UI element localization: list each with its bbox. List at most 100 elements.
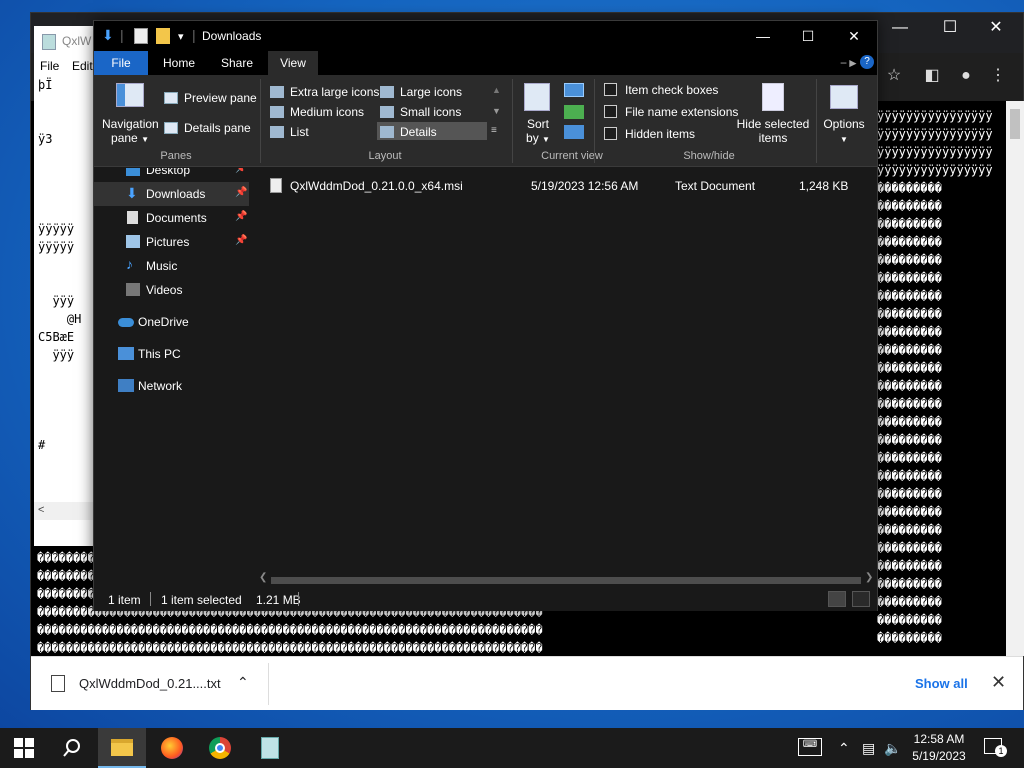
layout-more-icon[interactable]: ≡ [491,125,497,136]
file-name-extensions-checkbox[interactable] [604,105,617,118]
scrollbar-thumb[interactable] [271,577,861,584]
item-check-boxes-checkbox[interactable] [604,83,617,96]
tab-home[interactable]: Home [154,51,204,75]
search-button[interactable] [48,728,96,768]
nav-item-videos[interactable]: Videos [94,278,249,302]
tab-view[interactable]: View [268,51,318,75]
menu-icon[interactable]: ⋮ [983,61,1013,91]
pin-ribbon-icon[interactable]: −► [840,56,859,70]
maximize-icon[interactable]: ☐ [927,13,973,43]
layout-list[interactable]: List [270,125,309,139]
details-pane-button[interactable]: Details pane [164,121,251,135]
keyboard-icon[interactable]: ⌨ [798,738,822,756]
nav-item-this-pc[interactable]: This PC [94,342,249,366]
nav-item-pictures[interactable]: Pictures 📌 [94,230,249,254]
tab-share[interactable]: Share [212,51,262,75]
large-icons-view-icon[interactable] [852,591,870,607]
close-icon[interactable]: ✕ [831,21,877,51]
taskbar-chrome[interactable] [196,728,244,768]
start-button[interactable] [0,728,48,768]
file-size: 1,248 KB [799,179,849,193]
scrollbar-thumb[interactable] [1010,109,1020,139]
profile-icon[interactable]: ● [951,61,981,91]
layout-scroll-up-icon[interactable]: ▲ [492,85,501,95]
layout-small-icons[interactable]: Small icons [380,105,461,119]
nav-label: Downloads [146,187,206,201]
file-name-extensions-toggle[interactable]: File name extensions [604,105,738,119]
star-icon[interactable]: ☆ [879,61,909,91]
group-label-panes: Panes [160,150,192,162]
sidepanel-icon[interactable]: ◧ [917,61,947,91]
layout-list-label: List [290,125,309,139]
hidden-items-checkbox[interactable] [604,127,617,140]
show-all-link[interactable]: Show all [915,676,968,691]
group-by-icon[interactable] [564,83,584,97]
minimize-icon[interactable]: — [877,13,923,43]
layout-details-label: Details [400,125,437,139]
layout-large-icons[interactable]: Large icons [380,85,462,99]
add-columns-icon[interactable] [564,105,584,119]
minimize-icon[interactable]: — [740,21,786,51]
close-icon[interactable]: ✕ [991,672,1006,693]
notifications-icon[interactable]: 1 [984,738,1007,757]
preview-pane-button[interactable]: Preview pane [164,91,257,105]
divider [268,663,269,705]
layout-scroll-down-icon[interactable]: ▼ [492,106,501,116]
menu-file[interactable]: File [40,59,59,73]
options-button[interactable]: Options ▼ [822,117,866,145]
page-scrollbar[interactable] [1006,101,1024,656]
properties-icon[interactable] [134,28,148,44]
layout-medium-icons[interactable]: Medium icons [270,105,364,119]
nav-item-onedrive[interactable]: OneDrive [94,310,249,334]
pictures-icon [126,235,140,248]
network-status-icon[interactable]: ▤ [862,740,875,757]
horizontal-scrollbar[interactable]: ❮ ❯ [257,572,877,587]
item-check-boxes-toggle[interactable]: Item check boxes [604,83,718,97]
layout-details[interactable]: Details [377,122,487,140]
documents-icon [127,211,138,224]
hide-selected-items-button[interactable]: Hide selected items [734,117,812,145]
tab-file[interactable]: File [94,51,148,75]
chevron-up-icon[interactable]: ⌃ [838,740,850,757]
separator: | [120,27,124,43]
ribbon-view: Navigation pane ▼ Preview pane Details p… [94,75,877,167]
taskbar-firefox[interactable] [148,728,196,768]
nav-item-desktop[interactable]: Desktop 📌 [94,168,249,182]
maximize-icon[interactable]: ☐ [785,21,831,51]
sort-icon [524,83,550,111]
nav-item-music[interactable]: ♪ Music [94,254,249,278]
chevron-left-icon[interactable]: < [38,504,44,516]
menu-edit[interactable]: Edit [72,59,93,73]
file-row[interactable]: QxlWddmDod_0.21.0.0_x64.msi 5/19/2023 12… [266,176,864,196]
customize-dropdown-icon[interactable]: ▾ [178,30,184,48]
nav-item-downloads[interactable]: ⬇ Downloads 📌 [94,182,249,206]
taskbar-notepad[interactable] [246,728,294,768]
navigation-pane-label: Navigation [102,117,159,131]
nav-item-documents[interactable]: Documents 📌 [94,206,249,230]
notification-count-badge: 1 [995,745,1007,757]
close-icon[interactable]: ✕ [973,13,1019,43]
sort-by-button[interactable]: Sort by ▼ [522,117,554,145]
layout-extra-large-icons[interactable]: Extra large icons [270,85,379,99]
notepad-text[interactable]: þÏ ÿ3 ÿÿÿÿÿ ÿÿÿÿÿ ÿÿÿ @H C5BæE ÿÿÿ # [38,76,94,506]
nav-item-network[interactable]: Network [94,374,249,398]
layout-medium-label: Medium icons [290,105,365,119]
taskbar-file-explorer[interactable] [98,728,146,768]
download-item[interactable]: QxlWddmDod_0.21....txt ⌃ [47,669,269,699]
navigation-pane-button[interactable]: Navigation pane ▼ [102,117,159,145]
clock[interactable]: 12:58 AM 5/19/2023 [906,731,972,765]
preview-pane-icon [164,92,178,104]
new-folder-icon[interactable] [156,28,170,44]
hidden-items-toggle[interactable]: Hidden items [604,127,695,141]
size-columns-icon[interactable] [564,125,584,139]
explorer-titlebar: ⬇ | ▾ | Downloads — ☐ ✕ [94,21,877,51]
volume-muted-icon[interactable]: 🔈 [884,740,901,757]
chevron-up-icon[interactable]: ⌃ [237,674,249,691]
nav-label: This PC [138,347,181,361]
help-icon[interactable]: ? [860,55,874,69]
chevron-right-icon[interactable]: ❯ [865,572,873,583]
chevron-left-icon[interactable]: ❮ [259,572,267,583]
notepad-hscroll[interactable]: < [34,502,94,520]
download-arrow-icon[interactable]: ⬇ [102,27,114,45]
details-view-icon[interactable] [828,591,846,607]
